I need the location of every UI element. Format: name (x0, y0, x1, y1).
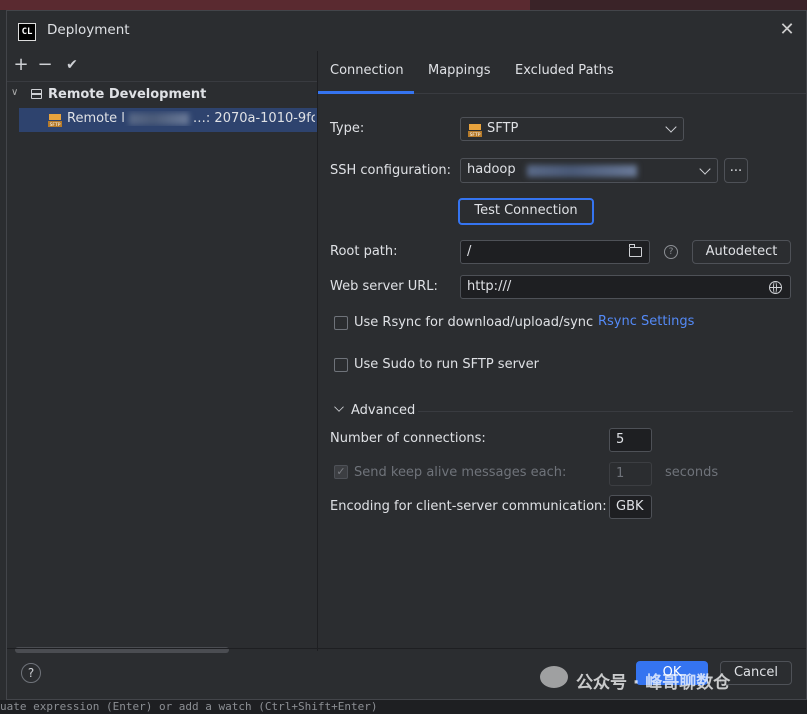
cancel-button[interactable]: Cancel (720, 661, 792, 685)
autodetect-button[interactable]: Autodetect (692, 240, 791, 264)
redacted-blur (128, 112, 189, 125)
chevron-down-icon[interactable]: ∨ (11, 87, 18, 98)
keepalive-unit: seconds (665, 465, 719, 480)
ssh-config-label: SSH configuration: (330, 163, 452, 178)
keepalive-label: Send keep alive messages each: (354, 465, 567, 480)
tab-excluded-paths[interactable]: Excluded Paths (515, 63, 614, 78)
watermark-text: 公众号 · 峰哥聊数仓 (576, 673, 731, 693)
root-path-value: / (467, 244, 472, 259)
root-path-label: Root path: (330, 244, 398, 259)
ssh-config-value: hadoop (467, 162, 516, 177)
encoding-field[interactable]: GBK (609, 495, 652, 519)
tree-group-label: Remote Development (48, 87, 207, 102)
sftp-server-icon: SFTP (48, 114, 62, 128)
connections-label: Number of connections: (330, 431, 486, 446)
server-list-panel: + − ✔ ∨ Remote Development SFTP Remote l… (7, 51, 318, 653)
web-server-url-field[interactable]: http:/// (460, 275, 791, 299)
sftp-icon: SFTP (468, 124, 482, 138)
server-list-toolbar: + − ✔ (7, 51, 317, 82)
rsync-settings-link[interactable]: Rsync Settings (598, 314, 694, 329)
help-question-icon[interactable]: ? (664, 245, 678, 259)
ssh-config-more-button[interactable]: ... (724, 158, 748, 183)
keepalive-checkbox: ✓ (334, 465, 348, 479)
tab-mappings[interactable]: Mappings (428, 63, 491, 78)
set-default-check-icon[interactable]: ✔ (62, 55, 82, 75)
tree-item-remote-server[interactable]: SFTP Remote l…: 2070a-1010-9fc (19, 108, 317, 132)
ide-top-strip (0, 0, 807, 10)
rsync-checkbox[interactable] (334, 316, 348, 330)
root-path-field[interactable]: / (460, 240, 650, 264)
server-group-icon (31, 89, 42, 99)
encoding-label: Encoding for client-server communication… (330, 499, 607, 514)
close-icon[interactable]: ✕ (776, 19, 798, 41)
settings-panel: Connection Mappings Excluded Paths Type:… (318, 51, 806, 651)
rsync-label[interactable]: Use Rsync for download/upload/sync (354, 315, 593, 330)
tab-bar: Connection Mappings Excluded Paths (318, 51, 806, 94)
remove-server-icon[interactable]: − (35, 55, 55, 75)
web-server-url-label: Web server URL: (330, 279, 438, 294)
sudo-label[interactable]: Use Sudo to run SFTP server (354, 357, 539, 372)
keepalive-field: 1 (609, 462, 652, 486)
tree-item-label: Remote l…: 2070a-1010-9fc (67, 111, 315, 126)
tree-group-remote-development[interactable]: ∨ Remote Development (7, 85, 317, 105)
type-value: SFTP (487, 121, 519, 136)
chevron-down-icon (699, 163, 711, 175)
svg-text:SFTP: SFTP (50, 122, 61, 128)
active-tab-indicator (318, 91, 414, 94)
advanced-section-title[interactable]: Advanced (351, 403, 415, 418)
deployment-dialog: CL Deployment ✕ + − ✔ ∨ Remote Developme… (6, 10, 807, 700)
tab-connection[interactable]: Connection (330, 63, 404, 78)
sudo-checkbox[interactable] (334, 358, 348, 372)
globe-icon[interactable] (769, 281, 782, 294)
type-select[interactable]: SFTP SFTP (460, 117, 684, 141)
connections-field[interactable]: 5 (609, 428, 652, 452)
type-label: Type: (330, 121, 365, 136)
wechat-logo-icon (540, 666, 568, 688)
web-server-url-value: http:/// (467, 279, 512, 294)
test-connection-button[interactable]: Test Connection (458, 198, 594, 225)
ssh-config-select[interactable]: hadoop (460, 158, 718, 183)
clion-app-icon: CL (18, 23, 36, 41)
help-icon[interactable]: ? (21, 663, 41, 683)
dialog-title: Deployment (47, 22, 130, 38)
folder-icon[interactable] (629, 244, 642, 257)
add-server-icon[interactable]: + (11, 55, 31, 75)
svg-text:SFTP: SFTP (470, 132, 481, 138)
section-divider (418, 411, 793, 412)
chevron-down-icon[interactable] (334, 402, 344, 412)
redacted-blur (527, 165, 637, 177)
ide-status-bar: uate expression (Enter) or add a watch (… (0, 700, 807, 714)
chevron-down-icon (665, 121, 677, 133)
dialog-titlebar: CL Deployment ✕ (7, 11, 806, 51)
